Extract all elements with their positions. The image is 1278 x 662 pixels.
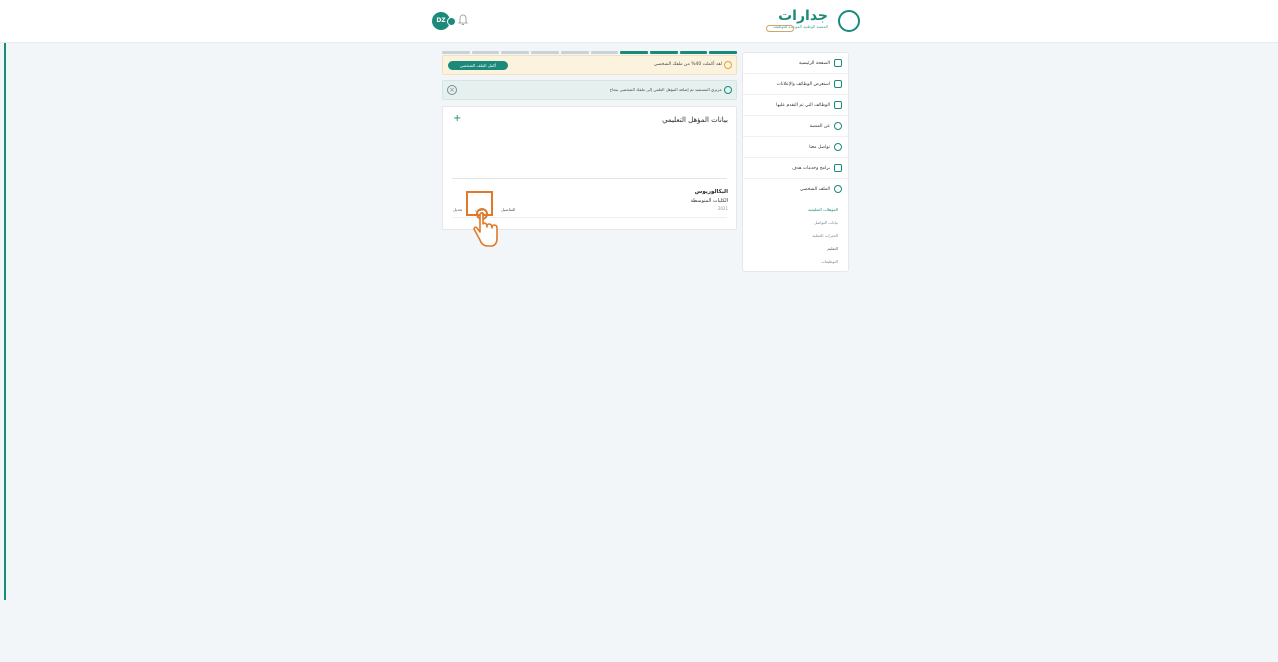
sidebar-item-label: عن المنصة bbox=[809, 123, 830, 129]
progress-segment bbox=[679, 51, 708, 54]
sidebar-item-label: الوظائف التي تم التقدم عليها bbox=[776, 102, 830, 108]
profile-completion-alert: لقد أكملت 40% من ملفك الشخصي أكمل الملف … bbox=[442, 55, 737, 75]
profile-completion-text: لقد أكملت 40% من ملفك الشخصي bbox=[653, 62, 722, 67]
left-accent-rule bbox=[4, 0, 6, 600]
avatar-status-dot bbox=[447, 17, 456, 26]
progress-segment bbox=[709, 51, 738, 54]
close-icon[interactable]: × bbox=[447, 85, 457, 95]
add-qualification-icon[interactable]: + bbox=[453, 113, 461, 124]
success-text: عزيزي المستفيد تم إضافة المؤهل العلمي إل… bbox=[609, 87, 722, 92]
sidebar: الصفحة الرئيسية استعرض الوظائف والإعلانا… bbox=[742, 52, 849, 272]
logo-emblem-icon bbox=[838, 10, 860, 32]
check-circle-icon bbox=[724, 86, 732, 94]
sidebar-item-jobs[interactable]: استعرض الوظائف والإعلانات bbox=[743, 74, 848, 95]
card-title: بيانات المؤهل التعليمي bbox=[662, 116, 728, 124]
bell-icon[interactable] bbox=[458, 14, 468, 26]
degree-title: البكالوريوس bbox=[694, 189, 728, 195]
progress-segment bbox=[560, 51, 589, 54]
edit-link[interactable]: تعديل bbox=[453, 207, 462, 212]
progress-segment bbox=[590, 51, 619, 54]
logo-badge bbox=[766, 25, 794, 32]
sub-item-qualifications[interactable]: المؤهلات التعليمية bbox=[749, 203, 838, 216]
progress-segment bbox=[531, 51, 559, 54]
success-alert: عزيزي المستفيد تم إضافة المؤهل العلمي إل… bbox=[442, 80, 737, 100]
sidebar-item-label: استعرض الوظائف والإعلانات bbox=[776, 81, 830, 87]
home-icon bbox=[834, 59, 842, 67]
chat-icon bbox=[834, 143, 842, 151]
user-icon bbox=[834, 185, 842, 193]
send-icon bbox=[834, 101, 842, 109]
sub-item-contact-info[interactable]: بيانات التواصل bbox=[749, 216, 838, 229]
hand-pointer-icon bbox=[473, 208, 498, 247]
institution-name: الكليات المتوسطة bbox=[690, 198, 728, 204]
top-bar: جدارات المنصة الوطنية الموحدة للتوظيف DZ bbox=[0, 0, 1278, 43]
graduation-year: 2021 bbox=[717, 206, 728, 211]
info-icon bbox=[834, 122, 842, 130]
warning-icon bbox=[724, 61, 732, 69]
sidebar-item-applied[interactable]: الوظائف التي تم التقدم عليها bbox=[743, 95, 848, 116]
sidebar-item-label: تواصل معنا bbox=[809, 144, 830, 150]
sidebar-item-home[interactable]: الصفحة الرئيسية bbox=[743, 53, 848, 74]
divider bbox=[452, 178, 727, 179]
progress-segment bbox=[501, 51, 530, 54]
sidebar-item-profile[interactable]: الملف الشخصي bbox=[743, 179, 848, 199]
briefcase-icon bbox=[834, 80, 842, 88]
grid-icon bbox=[834, 164, 842, 172]
sidebar-item-label: الملف الشخصي bbox=[800, 186, 830, 192]
sidebar-item-programs[interactable]: برامج وخدمات هدف bbox=[743, 158, 848, 179]
sub-item-experience[interactable]: الخبرات العملية bbox=[749, 229, 838, 242]
sub-item-education[interactable]: التعليم bbox=[749, 242, 838, 255]
sidebar-item-about[interactable]: عن المنصة bbox=[743, 116, 848, 137]
logo-text: جدارات bbox=[778, 8, 828, 24]
sidebar-item-contact[interactable]: تواصل معنا bbox=[743, 137, 848, 158]
profile-sub-list: المؤهلات التعليمية بيانات التواصل الخبرا… bbox=[743, 199, 848, 268]
progress-segment bbox=[442, 51, 470, 54]
progress-segment bbox=[649, 51, 678, 54]
complete-profile-button[interactable]: أكمل الملف الشخصي bbox=[448, 61, 508, 70]
sub-item-employment[interactable]: التوظيفات bbox=[749, 255, 838, 268]
page: جدارات المنصة الوطنية الموحدة للتوظيف DZ… bbox=[0, 0, 1278, 662]
progress-segment bbox=[471, 51, 500, 54]
sidebar-item-label: الصفحة الرئيسية bbox=[798, 60, 830, 66]
profile-progress-bar bbox=[442, 51, 738, 54]
progress-segment bbox=[620, 51, 648, 54]
sidebar-item-label: برامج وخدمات هدف bbox=[792, 165, 830, 171]
details-link[interactable]: التفاصيل bbox=[501, 207, 515, 212]
jadarat-logo[interactable]: جدارات المنصة الوطنية الموحدة للتوظيف bbox=[766, 8, 860, 36]
